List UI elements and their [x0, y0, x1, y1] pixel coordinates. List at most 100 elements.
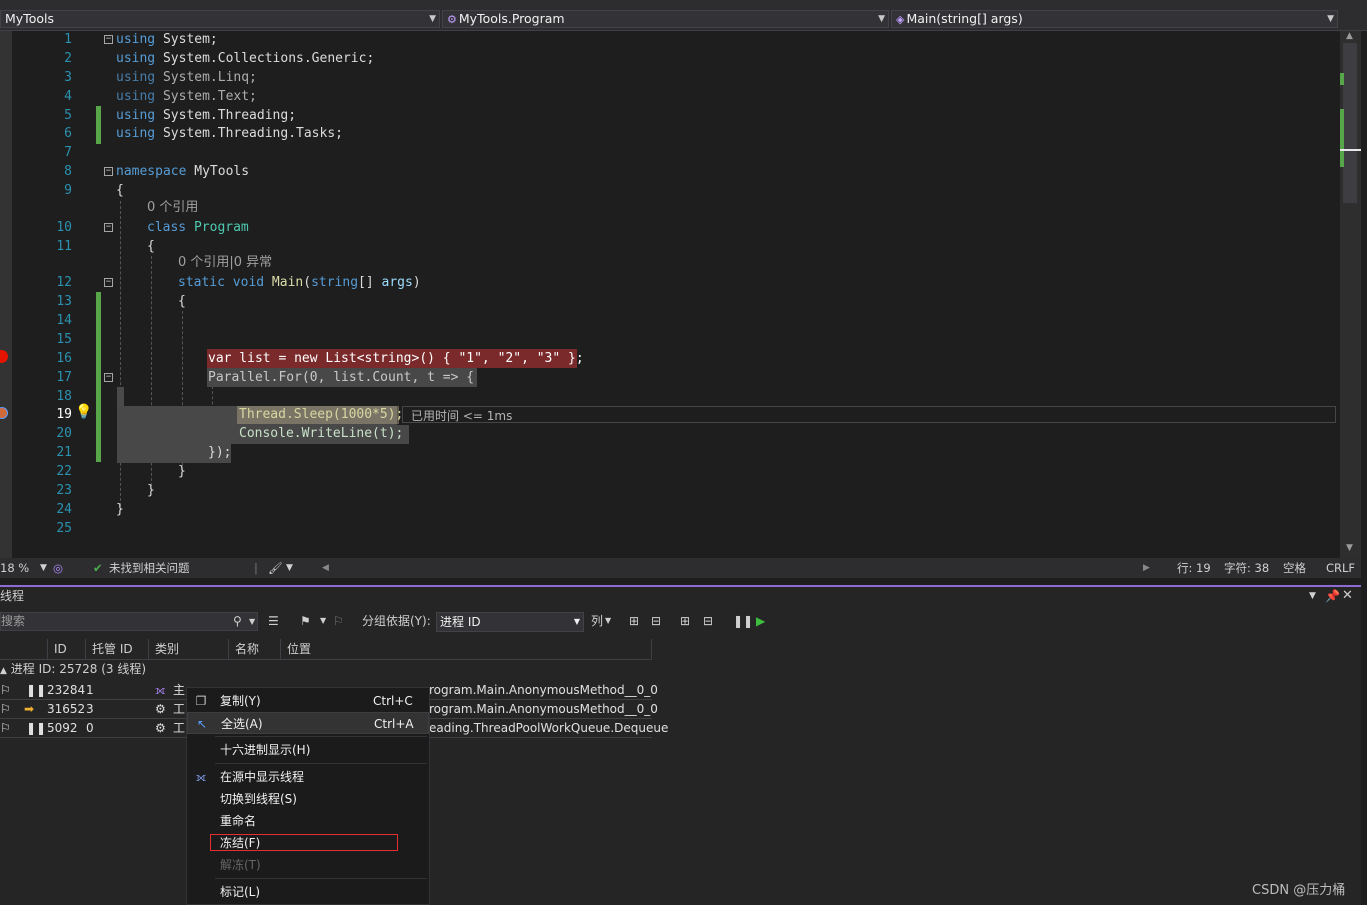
menu-item-show-in-source[interactable]: ⟗ 在源中显示线程	[187, 766, 429, 788]
menu-item-flag[interactable]: 标记(L)	[187, 881, 429, 903]
chevron-down-icon[interactable]: ▼	[320, 611, 326, 631]
collapse-icon[interactable]: −	[104, 278, 113, 287]
document-tab-strip[interactable]	[0, 0, 1367, 8]
chevron-down-icon: ▼	[1327, 14, 1334, 24]
chevron-down-icon[interactable]: ▼	[40, 558, 47, 578]
thaw-threads-icon[interactable]: ▶	[756, 611, 765, 631]
char-indicator[interactable]: 字符: 38	[1224, 558, 1269, 578]
threads-window-title-bar: 线程 ▼ 📌 ✕	[0, 587, 1361, 605]
chevron-down-icon[interactable]: ▼	[605, 611, 611, 631]
pause-icon: ❚❚	[26, 683, 47, 697]
scroll-right-icon[interactable]: ▶	[1143, 558, 1150, 578]
flag-all-icon[interactable]: ⚐	[333, 611, 344, 631]
change-marker	[1340, 73, 1344, 85]
current-line-highlight	[402, 406, 1336, 423]
scroll-up-icon[interactable]: ▲	[1346, 31, 1353, 41]
menu-item-thaw[interactable]: 解冻(T)	[187, 854, 429, 876]
chevron-up-icon[interactable]: ▲	[0, 666, 7, 676]
code-line-20: Console.WriteLine(t);	[239, 426, 404, 441]
menu-item-shortcut: Ctrl+A	[374, 717, 414, 731]
change-marker	[1340, 109, 1344, 167]
thread-category: 主	[173, 683, 186, 697]
flag-icon[interactable]: ⚑	[300, 611, 311, 631]
menu-item-rename[interactable]: 重命名	[187, 810, 429, 832]
issues-status[interactable]: 未找到相关问题	[109, 558, 190, 578]
flag-icon[interactable]: ⚐	[0, 700, 11, 718]
group-by-dropdown[interactable]: 进程 ID ▼	[436, 612, 584, 632]
search-icon[interactable]: ⚲	[233, 613, 242, 630]
perftip-elapsed-time[interactable]: 已用时间 <= 1ms	[411, 407, 512, 425]
menu-item-switch-thread[interactable]: 切换到线程(S)	[187, 788, 429, 810]
line-number: 17	[56, 370, 72, 385]
managed-id: 1	[86, 683, 94, 697]
zoom-level[interactable]: 18 %	[0, 558, 29, 578]
menu-item-label: 重命名	[220, 814, 257, 828]
line-number: 22	[56, 464, 72, 479]
collapse-icon[interactable]: −	[104, 167, 113, 176]
method-icon: ◈	[896, 13, 905, 26]
location-column-header[interactable]: 位置	[281, 639, 652, 659]
member-dropdown[interactable]: ◈ Main(string[] args) ▼	[891, 10, 1338, 28]
line-number: 23	[56, 483, 72, 498]
codelens-references-exceptions[interactable]: 0 个引用|0 异常	[178, 254, 272, 272]
line-ending-indicator[interactable]: CRLF	[1326, 558, 1355, 578]
line-indicator[interactable]: 行: 19	[1177, 558, 1211, 578]
editor-vertical-scrollbar[interactable]: ▲ ▼	[1340, 31, 1361, 558]
close-icon[interactable]: ✕	[1342, 587, 1353, 605]
menu-item-hex-display[interactable]: 十六进制显示(H)	[187, 739, 429, 761]
line-number: 16	[56, 351, 72, 366]
thread-location: rogram.Main.AnonymousMethod__0_0	[429, 702, 658, 716]
codelens-references[interactable]: 0 个引用	[147, 199, 198, 217]
freeze-threads-icon[interactable]: ❚❚	[733, 611, 753, 631]
selection-highlight	[117, 387, 124, 406]
pin-icon[interactable]: 📌	[1325, 587, 1340, 605]
menu-item-select-all[interactable]: ↖ 全选(A) Ctrl+A	[187, 712, 429, 734]
navigation-bar: MyTools ▼ ⚙ MyTools.Program ▼ ◈ Main(strin…	[0, 8, 1367, 31]
category-column-header[interactable]: 类别	[149, 639, 229, 659]
collapse-icon[interactable]: −	[104, 35, 113, 44]
chevron-down-icon[interactable]: ▼	[286, 558, 293, 578]
chevron-down-icon[interactable]: ▼	[249, 613, 255, 630]
columns-button[interactable]: 列	[591, 611, 603, 631]
collapse-icon[interactable]: −	[104, 373, 113, 382]
check-circle-icon: ✔	[93, 561, 103, 575]
flag-icon[interactable]: ⚐	[0, 719, 11, 737]
collapse-groups-icon[interactable]: ⊟	[651, 611, 661, 631]
flag-column-header[interactable]	[0, 639, 48, 659]
collapse-icon[interactable]: −	[104, 223, 113, 232]
scroll-left-icon[interactable]: ◀	[322, 558, 329, 578]
cleanup-brush-icon[interactable]: 🖌	[268, 558, 283, 578]
code-line-10: class Program	[147, 220, 249, 235]
thread-location: rogram.Main.AnonymousMethod__0_0	[429, 683, 658, 697]
menu-item-copy[interactable]: ❐ 复制(Y) Ctrl+C	[187, 690, 429, 712]
whitespace-indicator[interactable]: 空格	[1283, 558, 1306, 578]
flag-icon[interactable]: ⚐	[0, 681, 11, 699]
code-editor[interactable]: 💡 1 2 3 4 5 6 7 8 9 10 11 12 13 14 15 16…	[0, 31, 1340, 558]
thread-location: eading.ThreadPoolWorkQueue.Dequeue	[429, 721, 669, 735]
glyph-margin[interactable]	[0, 31, 12, 558]
menu-separator	[215, 736, 427, 737]
line-number: 4	[64, 89, 72, 104]
thread-search-input[interactable]: 搜索 ⚲ ▼	[0, 612, 258, 631]
expand-callstacks-icon[interactable]: ⊞	[680, 611, 690, 631]
code-line-12: static void Main(string[] args)	[178, 275, 421, 290]
search-call-stack-icon[interactable]: ☰	[268, 611, 279, 631]
name-column-header[interactable]: 名称	[229, 639, 281, 659]
window-options-icon[interactable]: ▼	[1309, 587, 1316, 605]
collapse-callstacks-icon[interactable]: ⊟	[703, 611, 713, 631]
process-group-row[interactable]: ▲ 进程 ID: 25728 (3 线程)	[0, 660, 146, 680]
lightbulb-icon[interactable]: 💡	[75, 405, 92, 419]
scrollbar-thumb[interactable]	[1343, 43, 1357, 203]
intellicode-icon[interactable]: ◎	[53, 558, 63, 578]
managed-id-column-header[interactable]: 托管 ID	[86, 639, 149, 659]
menu-item-label: 复制(Y)	[220, 694, 261, 708]
id-column-header[interactable]: ID	[48, 639, 86, 659]
line-number: 6	[64, 126, 72, 141]
thread-context-menu: ❐ 复制(Y) Ctrl+C ↖ 全选(A) Ctrl+A 十六进制显示(H) …	[186, 687, 430, 905]
scroll-down-icon[interactable]: ▼	[1346, 543, 1353, 553]
code-line-21: });	[208, 445, 232, 460]
menu-item-label: 全选(A)	[221, 717, 263, 731]
type-dropdown[interactable]: ⚙ MyTools.Program ▼	[442, 10, 889, 28]
project-dropdown[interactable]: MyTools ▼	[0, 10, 440, 28]
expand-groups-icon[interactable]: ⊞	[629, 611, 639, 631]
